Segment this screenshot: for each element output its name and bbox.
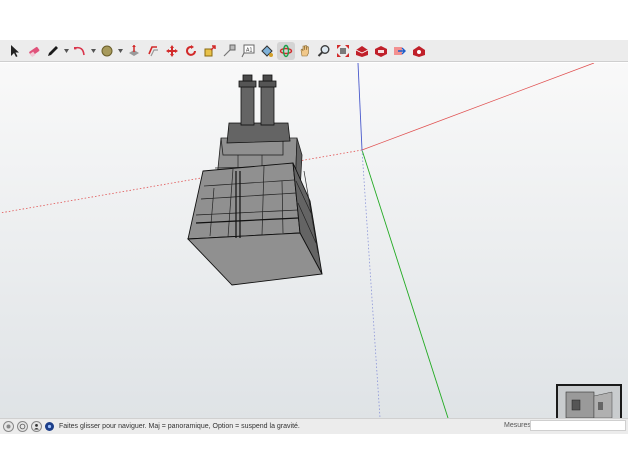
- zoom-tool-icon[interactable]: [315, 42, 333, 60]
- text-tool-icon[interactable]: A1: [239, 42, 257, 60]
- shape-tool-icon[interactable]: [98, 42, 116, 60]
- send-to-layout-icon[interactable]: [391, 42, 409, 60]
- pencil-line-tool-icon[interactable]: [44, 42, 62, 60]
- modeling-viewport[interactable]: [0, 63, 628, 418]
- zoom-extents-tool-icon[interactable]: [334, 42, 352, 60]
- pan-tool-icon[interactable]: [296, 42, 314, 60]
- instructor-icon[interactable]: [45, 422, 54, 431]
- status-hint: Faites glisser pour naviguer. Maj = pano…: [59, 423, 300, 430]
- chevron-down-icon[interactable]: [117, 42, 123, 60]
- measures-input[interactable]: [530, 420, 626, 431]
- 3d-warehouse-icon[interactable]: [353, 42, 371, 60]
- tape-measure-tool-icon[interactable]: [220, 42, 238, 60]
- arc-tool-icon[interactable]: [71, 42, 89, 60]
- scale-tool-icon[interactable]: [201, 42, 219, 60]
- status-bar: Faites glisser pour naviguer. Maj = pano…: [0, 418, 628, 434]
- extension-manager-icon[interactable]: [410, 42, 428, 60]
- rotate-tool-icon[interactable]: [182, 42, 200, 60]
- sketchup-window: A1 Faites glisser pour naviguer. Maj = p…: [0, 40, 628, 434]
- minimap-preview[interactable]: [556, 384, 622, 418]
- user-account-icon[interactable]: [31, 421, 42, 432]
- blue-axis-positive: [357, 63, 363, 151]
- move-tool-icon[interactable]: [163, 42, 181, 60]
- main-toolbar: A1: [0, 40, 628, 62]
- credits-icon[interactable]: [17, 421, 28, 432]
- offset-tool-icon[interactable]: [144, 42, 162, 60]
- paint-bucket-tool-icon[interactable]: [258, 42, 276, 60]
- orbit-tool-icon[interactable]: [277, 41, 295, 60]
- blue-axis-negative: [361, 149, 381, 418]
- chevron-down-icon[interactable]: [90, 42, 96, 60]
- minimap-thumbnail: [558, 386, 620, 418]
- push-pull-tool-icon[interactable]: [125, 42, 143, 60]
- measures-label: Mesures: [504, 422, 531, 429]
- extension-warehouse-icon[interactable]: [372, 42, 390, 60]
- geolocation-icon[interactable]: [3, 421, 14, 432]
- chevron-down-icon[interactable]: [63, 42, 69, 60]
- select-tool-icon[interactable]: [6, 42, 24, 60]
- red-axis-positive: [361, 63, 595, 151]
- eraser-tool-icon[interactable]: [25, 42, 43, 60]
- green-axis: [361, 149, 449, 418]
- 3d-model[interactable]: [186, 74, 323, 286]
- svg-text:A1: A1: [246, 47, 253, 53]
- 3d-scene: [0, 63, 595, 418]
